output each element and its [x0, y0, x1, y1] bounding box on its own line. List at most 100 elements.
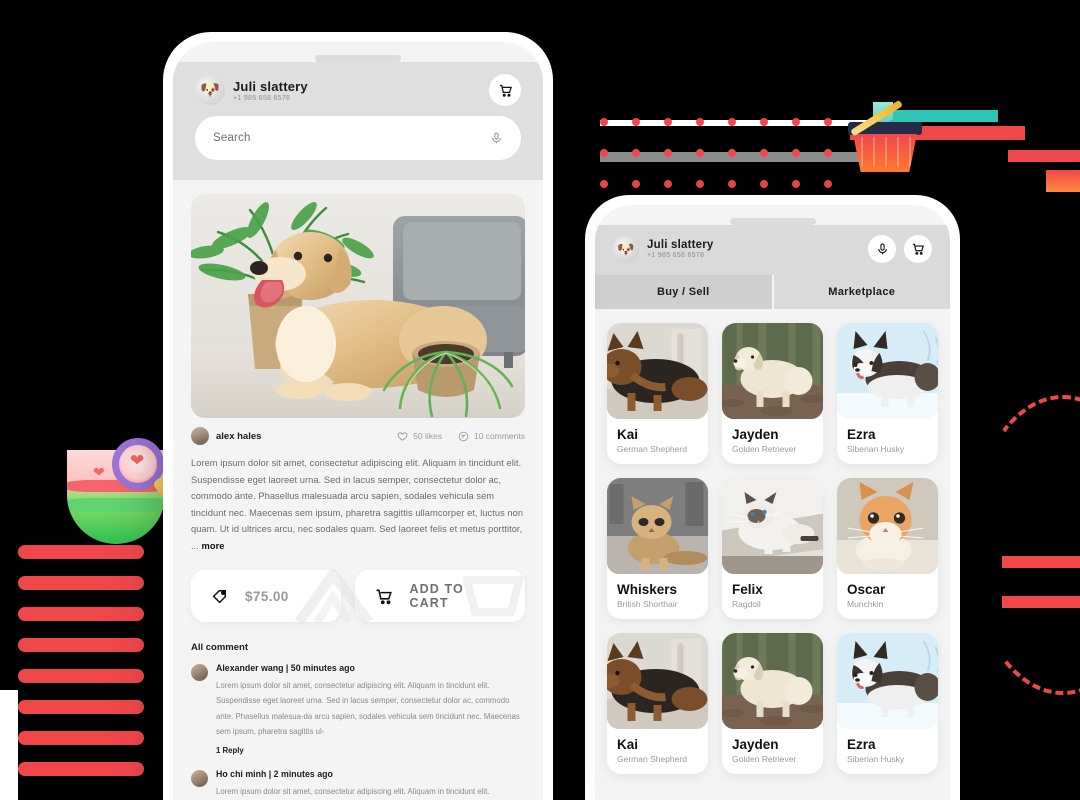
decor-dot: [696, 180, 704, 188]
phone-feed: 🐶 Juli slattery +1 985 658 6578 Search a…: [163, 32, 553, 800]
post-image[interactable]: [191, 194, 525, 418]
cart-button[interactable]: [904, 235, 932, 263]
golden-retriever-photo: [191, 194, 525, 418]
likes-stat[interactable]: 50 likes: [397, 431, 442, 442]
feed-header: 🐶 Juli slattery +1 985 658 6578: [173, 62, 543, 116]
price-value: $75.00: [245, 588, 289, 604]
avatar: 🐶: [195, 75, 225, 105]
feed-screen: 🐶 Juli slattery +1 985 658 6578 Search a…: [173, 42, 543, 800]
user-name: Juli slattery: [647, 239, 714, 251]
decor-dot: [632, 149, 640, 157]
comment-body: Lorem ipsum dolor sit amet, consectetur …: [216, 787, 490, 797]
pet-photo: [722, 633, 823, 729]
header-actions: [868, 235, 932, 263]
pet-name: Jayden: [732, 427, 779, 442]
decor-dot-row: [600, 180, 832, 188]
marketplace-screen: 🐶 Juli slattery +1 985 658 6578 Buy / Se…: [595, 205, 950, 800]
decor-dot: [728, 149, 736, 157]
decor-stripe: [18, 576, 144, 590]
decor-dot: [792, 149, 800, 157]
user-profile-block[interactable]: 🐶 Juli slattery +1 985 658 6578: [613, 236, 714, 262]
pet-breed: Siberian Husky: [847, 444, 905, 454]
post-author[interactable]: alex hales: [191, 427, 261, 445]
decor-dot: [632, 180, 640, 188]
user-phone: +1 985 658 6578: [233, 94, 291, 102]
add-to-cart-button[interactable]: ADD TO CART: [355, 570, 525, 623]
pet-photo: [837, 478, 938, 574]
decor-red-gradient-block: [1046, 170, 1080, 192]
decor-white-block-left: [0, 690, 18, 800]
decor-red-stripes: [18, 545, 158, 795]
tab-buy-sell[interactable]: Buy / Sell: [595, 275, 772, 309]
post-stats: 50 likes 10 comments: [397, 431, 525, 442]
decor-stripe: [18, 607, 144, 621]
decor-dot-row: [600, 118, 832, 126]
cart-icon: [912, 243, 925, 255]
decor-dot: [600, 118, 608, 126]
post-more-link[interactable]: more: [202, 541, 225, 551]
avatar: [191, 427, 209, 445]
comments-stat[interactable]: 10 comments: [458, 431, 525, 442]
pet-card[interactable]: Jayden Golden Retriever: [722, 633, 823, 774]
comment-icon: [458, 431, 469, 441]
pet-photo: [607, 323, 708, 419]
decor-dot: [824, 149, 832, 157]
decor-dot: [760, 118, 768, 126]
user-profile-block[interactable]: 🐶 Juli slattery +1 985 658 6578: [195, 75, 308, 105]
pet-name: Jayden: [732, 737, 779, 752]
decor-red-bar-2: [1008, 150, 1080, 162]
add-to-cart-label: ADD TO CART: [409, 582, 464, 611]
price-button[interactable]: $75.00: [191, 570, 341, 623]
pet-card[interactable]: Ezra Siberian Husky: [837, 323, 938, 464]
microphone-icon[interactable]: [490, 132, 503, 145]
decor-dot: [600, 149, 608, 157]
search-bar[interactable]: [195, 116, 521, 160]
pet-card[interactable]: Felix Ragdoll: [722, 478, 823, 619]
pet-photo: [607, 478, 708, 574]
pet-photo: [722, 478, 823, 574]
tab-marketplace[interactable]: Marketplace: [771, 275, 951, 309]
pet-name: Whiskers: [617, 582, 678, 597]
pet-breed: Munchkin: [847, 599, 884, 609]
comments-title: All comment: [191, 642, 249, 654]
pet-card[interactable]: Jayden Golden Retriever: [722, 323, 823, 464]
post-actions: $75.00 ADD TO CART: [191, 569, 525, 625]
decor-stripe: [18, 762, 144, 776]
search-input[interactable]: [213, 132, 445, 144]
decor-dot: [728, 180, 736, 188]
comment-header: Alexander wang | 50 minutes ago: [216, 663, 355, 674]
marketplace-tabs: Buy / Sell Marketplace: [595, 275, 950, 309]
pet-card[interactable]: Whiskers British Shorthair: [607, 478, 708, 619]
comment-reply-link[interactable]: 1 Reply: [216, 746, 525, 755]
microphone-button[interactable]: [868, 235, 896, 263]
pet-card[interactable]: Oscar Munchkin: [837, 478, 938, 619]
heart-icon: [397, 431, 408, 441]
decor-dot: [664, 118, 672, 126]
decor-dot: [824, 180, 832, 188]
decor-dot: [632, 118, 640, 126]
decor-stripe: [18, 669, 144, 683]
likes-count: 50 likes: [413, 431, 442, 441]
pet-card[interactable]: Kai German Shepherd: [607, 633, 708, 774]
decor-stripe: [18, 731, 144, 745]
comments-count: 10 comments: [473, 431, 525, 441]
microphone-icon: [877, 243, 887, 254]
post-body: Lorem ipsum dolor sit amet, consectetur …: [191, 455, 525, 554]
comment-list: Alexander wang | 50 minutes ago Lorem ips…: [191, 663, 525, 800]
pet-breed: Golden Retriever: [732, 754, 797, 764]
decor-dot: [792, 118, 800, 126]
pet-card[interactable]: Kai German Shepherd: [607, 323, 708, 464]
pet-name: Felix: [732, 582, 763, 597]
pet-name: Oscar: [847, 582, 886, 597]
decor-stripe: [18, 700, 144, 714]
pet-card[interactable]: Ezra Siberian Husky: [837, 633, 938, 774]
decor-dashed-arc: [968, 395, 1080, 695]
pet-card-grid: Kai German Shepherd Jayden Golden Retriever…: [595, 309, 950, 788]
user-phone: +1 985 658 6578: [647, 252, 705, 259]
decor-dot: [600, 180, 608, 188]
post-meta: alex hales 50 likes 10 comments: [191, 427, 525, 445]
cart-button[interactable]: [489, 74, 521, 106]
comment-item: Ho chi minh | 2 minutes ago Lorem ipsum d…: [191, 769, 525, 800]
pet-breed: Siberian Husky: [847, 754, 905, 764]
pet-breed: British Shorthair: [617, 599, 678, 609]
